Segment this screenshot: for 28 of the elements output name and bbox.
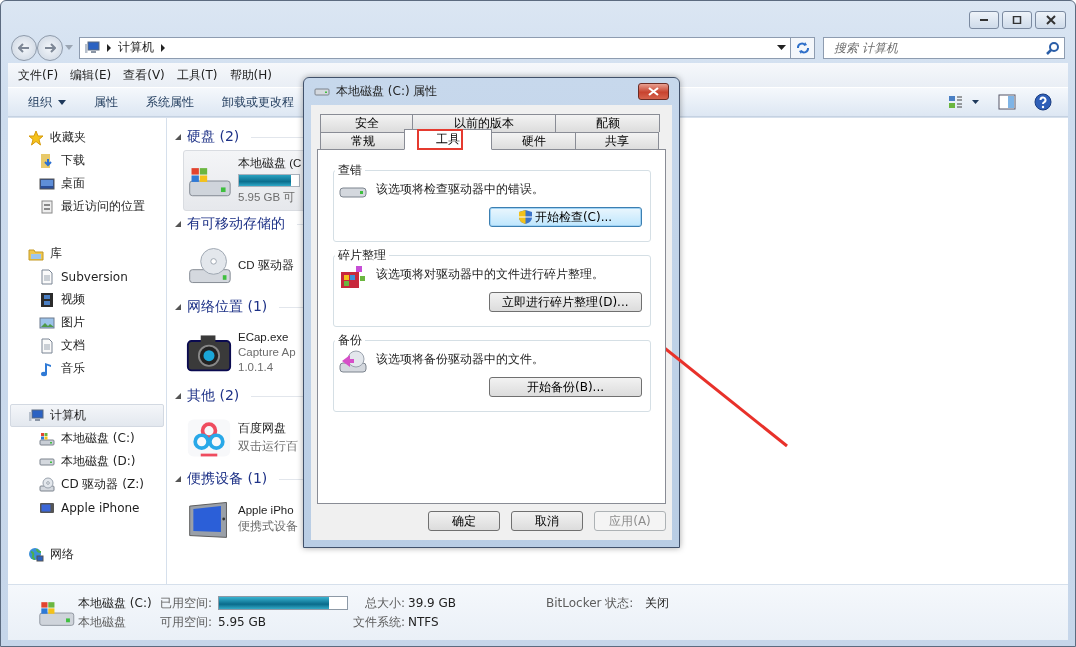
field-label: BitLocker 状态:	[546, 594, 634, 612]
group-title: 备份	[337, 332, 363, 349]
field-label: 文件系统:	[352, 613, 405, 631]
group-title: 碎片整理	[337, 247, 387, 264]
dialog-title: 本地磁盘 (C:) 属性	[336, 83, 439, 100]
field-label: 已用空间:	[160, 594, 214, 612]
description: 该选项将检查驱动器中的错误。	[376, 181, 544, 198]
item-detail: 1.0.1.4	[238, 360, 274, 373]
item-detail: 便携式设备	[238, 519, 298, 534]
item-name: 百度网盘	[238, 421, 286, 436]
item-name: Apple iPho	[238, 504, 294, 516]
item-detail: 5.95 GB 可	[238, 190, 296, 205]
field-value: 39.9 GB	[408, 596, 458, 610]
field-label: 可用空间:	[160, 613, 214, 631]
drive-name: 本地磁盘 (C:)	[78, 594, 153, 612]
field-value: NTFS	[408, 615, 440, 629]
group-title: 查错	[337, 162, 363, 179]
item-name: ECap.exe	[238, 330, 289, 343]
item-name: CD 驱动器	[238, 258, 294, 273]
field-label: 总大小:	[364, 594, 405, 612]
field-value: 5.95 GB	[218, 615, 268, 629]
drive-type: 本地磁盘	[78, 613, 127, 631]
item-name: 本地磁盘 (C	[238, 156, 302, 171]
description: 该选项将对驱动器中的文件进行碎片整理。	[376, 266, 604, 283]
description: 该选项将备份驱动器中的文件。	[376, 351, 544, 368]
item-detail: 双击运行百	[238, 439, 298, 454]
field-value: 关闭	[644, 594, 670, 612]
item-detail: Capture Ap	[238, 345, 296, 358]
